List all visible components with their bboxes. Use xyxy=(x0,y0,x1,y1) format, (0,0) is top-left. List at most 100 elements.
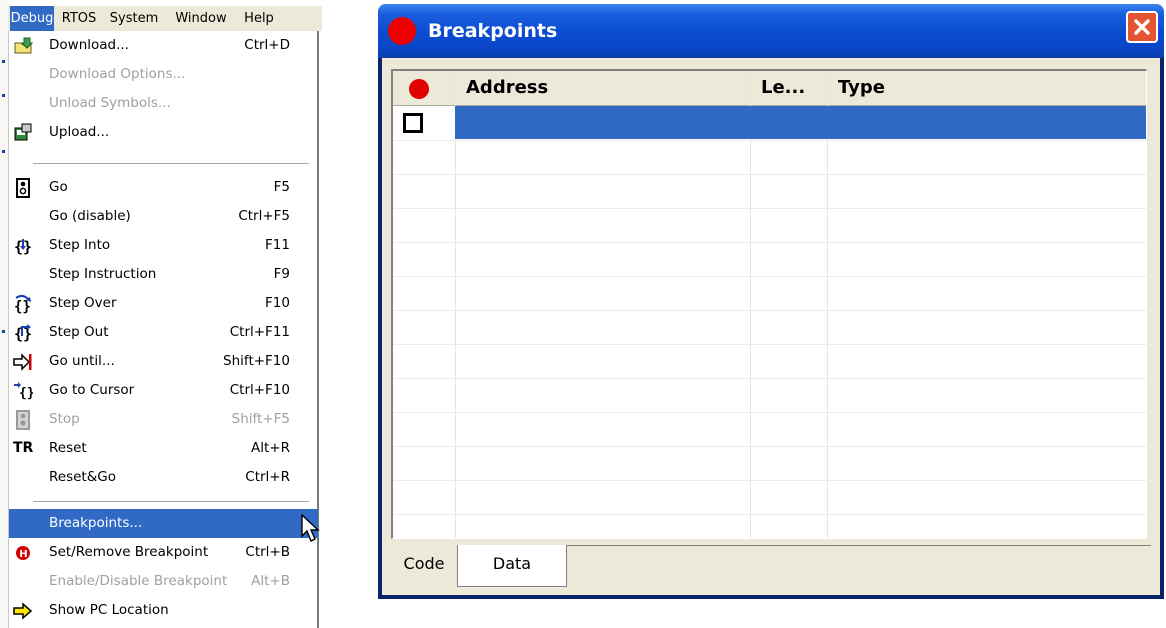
download-icon xyxy=(14,37,33,54)
menu-item-show-pc-location[interactable]: Show PC Location xyxy=(9,596,318,625)
menu-item-shortcut: Alt+B xyxy=(251,573,290,589)
table-row[interactable] xyxy=(393,378,1146,413)
traffic-light-icon xyxy=(16,178,30,198)
menu-window[interactable]: Window xyxy=(170,6,232,31)
menu-rtos[interactable]: RTOS xyxy=(58,6,100,31)
menu-item-label: Step Out xyxy=(49,324,109,340)
menu-item-go-disable[interactable]: Go (disable) Ctrl+F5 xyxy=(9,202,318,231)
menu-item-shortcut: F9 xyxy=(273,266,290,282)
menu-item-shortcut: F11 xyxy=(265,237,290,253)
breakpoint-enable-checkbox[interactable] xyxy=(403,113,423,133)
debug-menu-panel: Debug RTOS System Window Help Download..… xyxy=(0,0,322,628)
menu-item-shortcut: Ctrl+D xyxy=(244,37,290,53)
upload-icon xyxy=(14,123,32,141)
menu-item-label: Download... xyxy=(49,37,129,53)
menu-item-unload-symbols: Unload Symbols... xyxy=(9,89,318,118)
menu-item-step-into[interactable]: {} Step Into F11 xyxy=(9,231,318,260)
menu-item-label: Show PC Location xyxy=(49,602,169,618)
menu-item-step-out[interactable]: {} Step Out Ctrl+F11 xyxy=(9,318,318,347)
arrow-right-icon xyxy=(13,602,33,620)
menu-item-shortcut: Ctrl+R xyxy=(245,469,290,485)
menu-help[interactable]: Help xyxy=(238,6,280,31)
menu-item-label: Upload... xyxy=(49,124,110,140)
table-row[interactable] xyxy=(393,344,1146,379)
menu-item-label: Go (disable) xyxy=(49,208,131,224)
menu-item-download[interactable]: Download... Ctrl+D xyxy=(9,31,318,60)
menu-item-step-over[interactable]: {} Step Over F10 xyxy=(9,289,318,318)
table-row[interactable] xyxy=(393,242,1146,277)
menu-system[interactable]: System xyxy=(104,6,164,31)
menu-item-shortcut: Ctrl+F10 xyxy=(229,382,290,398)
menu-item-set-remove-breakpoint[interactable]: H Set/Remove Breakpoint Ctrl+B xyxy=(9,538,318,567)
table-row[interactable] xyxy=(393,140,1146,175)
menu-item-shortcut: Ctrl+B xyxy=(245,544,290,560)
tab-strip-line xyxy=(566,545,1151,546)
breakpoint-dot-icon xyxy=(388,17,416,45)
menu-item-label: Stop xyxy=(49,411,80,427)
svg-text:{}: {} xyxy=(14,299,31,314)
column-header-enabled[interactable] xyxy=(393,71,456,105)
tab-code[interactable]: Code xyxy=(391,545,458,583)
menu-item-reset-go[interactable]: Reset&Go Ctrl+R xyxy=(9,463,318,492)
stop-light-icon xyxy=(16,410,30,430)
menu-item-label: Reset&Go xyxy=(49,469,116,485)
table-row[interactable] xyxy=(393,480,1146,515)
column-header-address[interactable]: Address xyxy=(456,71,751,105)
menu-item-stop: Stop Shift+F5 xyxy=(9,405,318,434)
menu-separator xyxy=(33,163,309,164)
menu-item-shortcut: Alt+R xyxy=(251,440,290,456)
table-row[interactable] xyxy=(393,446,1146,481)
menu-item-label: Unload Symbols... xyxy=(49,95,171,111)
menu-item-label: Download Options... xyxy=(49,66,186,82)
menu-item-shortcut: Shift+F5 xyxy=(231,411,290,427)
table-row[interactable] xyxy=(393,412,1146,447)
breakpoint-icon: H xyxy=(16,546,30,560)
column-header-length[interactable]: Le... xyxy=(751,71,828,105)
menu-item-shortcut: Ctrl+F5 xyxy=(238,208,290,224)
menu-item-shortcut: F10 xyxy=(265,295,290,311)
menu-item-upload[interactable]: Upload... xyxy=(9,118,318,147)
menu-item-label: Reset xyxy=(49,440,87,456)
step-out-icon: {} xyxy=(14,324,32,343)
menu-item-label: Go to Cursor xyxy=(49,382,135,398)
menubar: Debug RTOS System Window Help xyxy=(8,6,322,31)
table-row[interactable] xyxy=(393,514,1146,538)
table-row[interactable] xyxy=(393,276,1146,311)
menu-item-label: Enable/Disable Breakpoint xyxy=(49,573,228,589)
menu-debug[interactable]: Debug xyxy=(10,6,54,31)
window-titlebar[interactable]: Breakpoints xyxy=(378,4,1164,58)
menu-item-reset[interactable]: TR Reset Alt+R xyxy=(9,434,318,463)
svg-text:{}: {} xyxy=(19,386,33,401)
column-header-label: Address xyxy=(466,77,549,98)
breakpoints-list[interactable]: Address Le... Type xyxy=(391,69,1147,539)
close-icon xyxy=(1134,19,1150,35)
go-to-cursor-icon: {} xyxy=(14,382,33,401)
menu-item-label: Step Instruction xyxy=(49,266,157,282)
step-over-icon: {} xyxy=(14,294,31,314)
menu-item-label: Go until... xyxy=(49,353,115,369)
menu-item-label: Step Over xyxy=(49,295,117,311)
menu-item-label: Breakpoints... xyxy=(49,515,143,531)
close-button[interactable] xyxy=(1126,11,1158,43)
table-row-selected[interactable] xyxy=(393,106,1146,141)
menu-item-breakpoints[interactable]: Breakpoints... xyxy=(9,509,318,538)
svg-text:H: H xyxy=(19,549,27,560)
menu-item-shortcut: F5 xyxy=(273,179,290,195)
menu-item-download-options: Download Options... xyxy=(9,60,318,89)
breakpoints-window: Breakpoints Address Le... Type Code Data xyxy=(378,4,1164,599)
menu-item-step-instruction[interactable]: Step Instruction F9 xyxy=(9,260,318,289)
menu-item-label: Set/Remove Breakpoint xyxy=(49,544,209,560)
menu-item-go[interactable]: Go F5 xyxy=(9,173,318,202)
breakpoint-dot-icon xyxy=(409,79,429,99)
menu-item-go-until[interactable]: Go until... Shift+F10 xyxy=(9,347,318,376)
column-header-type[interactable]: Type xyxy=(828,71,1146,105)
tab-data[interactable]: Data xyxy=(457,545,567,587)
mouse-pointer-icon xyxy=(301,514,320,542)
table-row[interactable] xyxy=(393,208,1146,243)
menu-item-enable-disable-breakpoint: Enable/Disable Breakpoint Alt+B xyxy=(9,567,318,596)
step-into-icon: {} xyxy=(14,238,32,256)
menu-item-go-to-cursor[interactable]: {} Go to Cursor Ctrl+F10 xyxy=(9,376,318,405)
column-header-label: Le... xyxy=(761,77,806,98)
table-row[interactable] xyxy=(393,174,1146,209)
table-row[interactable] xyxy=(393,310,1146,345)
